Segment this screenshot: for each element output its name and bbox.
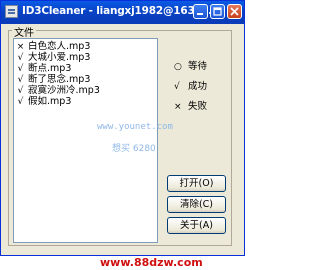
- legend-failure: × 失败: [174, 98, 207, 112]
- minimize-icon: [197, 13, 203, 15]
- check-icon: √: [174, 82, 180, 92]
- file-name: 大城小爱.mp3: [28, 52, 91, 63]
- title-bar[interactable]: ID3Cleaner - liangxj1982@163.c...: [1, 1, 244, 24]
- list-item[interactable]: √ 断了思念.mp3: [16, 74, 91, 85]
- watermark-footer: www.88dzw.com: [100, 256, 203, 269]
- window-title: ID3Cleaner - liangxj1982@163.c...: [22, 5, 216, 17]
- list-item[interactable]: √ 假如.mp3: [16, 96, 72, 107]
- file-name: 断了思念.mp3: [28, 74, 91, 85]
- file-name: 白色恋人.mp3: [28, 41, 91, 52]
- list-item[interactable]: × 白色恋人.mp3: [16, 41, 91, 52]
- list-item[interactable]: √ 大城小爱.mp3: [16, 52, 91, 63]
- legend-label: 失败: [188, 101, 208, 112]
- file-name: 假如.mp3: [28, 96, 72, 107]
- about-button[interactable]: 关于(A): [167, 217, 226, 234]
- file-group-label: 文件: [12, 24, 36, 39]
- close-button[interactable]: [227, 4, 242, 19]
- list-item[interactable]: √ 寂寞沙洲冷.mp3: [16, 85, 100, 96]
- cross-icon: ×: [174, 102, 182, 112]
- legend-waiting: ○ 等待: [174, 58, 207, 72]
- legend-label: 成功: [188, 81, 208, 92]
- open-button[interactable]: 打开(O): [167, 175, 226, 192]
- app-icon: [5, 5, 18, 18]
- waiting-icon: ○: [174, 62, 182, 72]
- close-icon: [230, 7, 239, 16]
- list-item[interactable]: √ 断点.mp3: [16, 63, 72, 74]
- file-name: 寂寞沙洲冷.mp3: [28, 85, 100, 96]
- maximize-button[interactable]: [210, 4, 225, 19]
- watermark-text: 想买 6280: [112, 144, 156, 154]
- minimize-button[interactable]: [193, 4, 208, 19]
- clear-button[interactable]: 清除(C): [167, 196, 226, 213]
- status-mark: √: [17, 97, 24, 107]
- legend-label: 等待: [188, 61, 208, 72]
- watermark-site: www.younet.com: [97, 122, 173, 132]
- file-name: 断点.mp3: [28, 63, 72, 74]
- maximize-icon: [213, 7, 222, 16]
- legend-success: √ 成功: [174, 78, 207, 92]
